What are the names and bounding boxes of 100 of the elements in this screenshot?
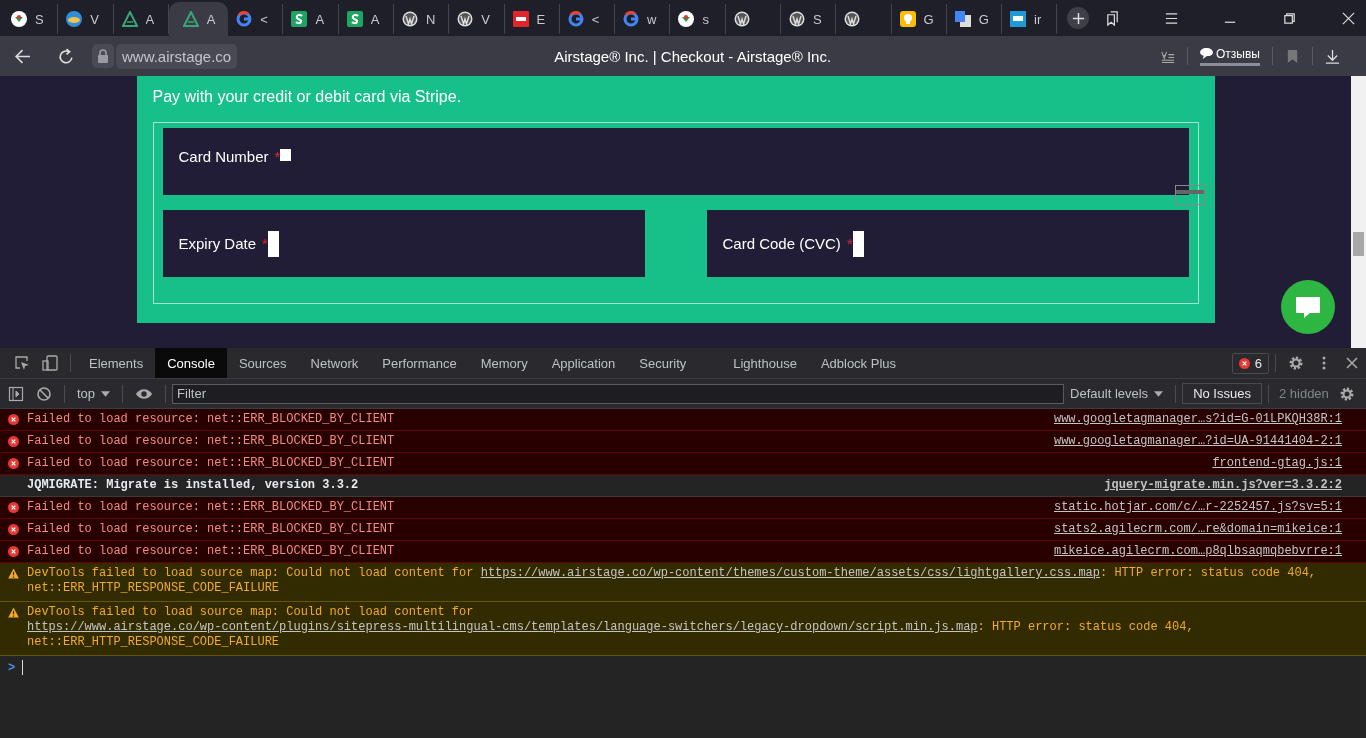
- devtools-tab[interactable]: Network: [298, 348, 371, 378]
- devtools-tab[interactable]: Lighthouse: [721, 348, 809, 378]
- browser-tab[interactable]: S: [3, 4, 59, 34]
- close-icon[interactable]: [1344, 355, 1360, 371]
- square-icon: [512, 11, 529, 27]
- issues-button[interactable]: No Issues: [1182, 383, 1262, 404]
- feedback-button[interactable]: Отзывы: [1200, 46, 1260, 66]
- browser-tab[interactable]: <: [559, 4, 616, 34]
- browser-tab[interactable]: ir: [1002, 4, 1058, 34]
- square-icon: [1010, 11, 1027, 27]
- browser-tab[interactable]: A: [283, 4, 339, 34]
- browser-tab[interactable]: <: [228, 4, 284, 34]
- url-field[interactable]: www.airstage.co: [116, 43, 238, 69]
- devtools-tab[interactable]: Sources: [226, 348, 299, 378]
- globe-icon: [66, 11, 83, 27]
- source-link[interactable]: static.hotjar.com/c/…r-2252457.js?sv=5:1: [1053, 500, 1342, 515]
- devtools-tab[interactable]: Adblock Plus: [808, 348, 909, 378]
- source-link[interactable]: frontend-gtag.js:1: [1212, 456, 1342, 471]
- error-icon: [1238, 357, 1250, 369]
- triangle-icon: [121, 11, 138, 27]
- browser-tab[interactable]: N: [394, 4, 450, 34]
- menu-icon[interactable]: [1164, 10, 1179, 26]
- devtools-tab[interactable]: Elements: [77, 348, 156, 378]
- browser-tab[interactable]: A: [338, 4, 394, 34]
- browser-tab[interactable]: s: [670, 4, 726, 34]
- console-message: DevTools failed to load source map: Could not load content for https://www.airstage.co/wp-content/plugins/sitepress-multilingual-cms/templates/language-switchers/legacy-dropdown/script.min.js.map: HTTP error: status code 404, net::ERR_HTTP_RESPONSE_CODE_FAILURE: [27, 605, 1195, 650]
- wordpress-icon: [457, 11, 474, 27]
- caret-icon: [1154, 390, 1164, 397]
- error-icon: [8, 502, 19, 513]
- card-field[interactable]: Card Code (CVC) *: [706, 210, 1189, 277]
- source-map-link[interactable]: https://www.airstage.co/wp-content/plugins/sitepress-multilingual-cms/templates/language-switchers/legacy-dropdown/script.min.js.map: [27, 620, 978, 635]
- chat-icon[interactable]: [1281, 280, 1335, 334]
- wordpress-icon: [844, 11, 861, 27]
- lock-icon[interactable]: [92, 44, 114, 68]
- error-count-button[interactable]: 6: [1231, 352, 1269, 374]
- restore-icon[interactable]: [1282, 10, 1297, 26]
- sidebar-icon[interactable]: [8, 385, 24, 402]
- new-tab-button[interactable]: [1067, 7, 1089, 29]
- field-label: Card Code (CVC): [722, 235, 841, 252]
- source-link[interactable]: jquery-migrate.min.js?ver=3.3.2:2: [1104, 478, 1342, 493]
- hidden-count: 2 hidden: [1278, 386, 1329, 401]
- context-dropdown[interactable]: top: [71, 385, 117, 402]
- console-message: DevTools failed to load source map: Could not load content for https://www.airstage.co/wp-content/themes/custom-theme/assets/css/lightgallery.css.map: HTTP error: status code 404, net::ERR_HTTP_RESPONSE_CODE_FAILURE: [27, 566, 1318, 596]
- inspect-icon[interactable]: [14, 355, 30, 371]
- flower-icon: [678, 11, 695, 27]
- settings-icon[interactable]: [1338, 385, 1355, 402]
- clear-icon[interactable]: [36, 385, 52, 402]
- settings-icon[interactable]: [1288, 355, 1304, 371]
- source-link[interactable]: mikeice.agilecrm.com…p8qlbsaqmqbebvrre:1: [1053, 544, 1342, 559]
- browser-tab[interactable]: G: [891, 4, 947, 34]
- levels-dropdown[interactable]: Default levels: [1064, 385, 1170, 402]
- text-cursor: [852, 230, 864, 257]
- browser-tab[interactable]: A: [168, 2, 229, 36]
- console-message: Failed to load resource: net::ERR_BLOCKED_BY_CLIENT: [27, 434, 396, 449]
- browser-tab[interactable]: E: [504, 4, 560, 34]
- close-icon[interactable]: [1341, 10, 1356, 26]
- back-icon[interactable]: [14, 47, 31, 65]
- console-message: Failed to load resource: net::ERR_BLOCKED_BY_CLIENT: [27, 522, 396, 537]
- console-message: JQMIGRATE: Migrate is installed, version 3.3.2: [27, 478, 360, 493]
- sheet-icon: [346, 11, 363, 27]
- browser-tab[interactable]: V: [58, 4, 114, 34]
- wordpress-icon: [788, 11, 805, 27]
- source-map-link[interactable]: https://www.airstage.co/wp-content/themes/custom-theme/assets/css/lightgallery.css.map: [480, 566, 1100, 581]
- source-link[interactable]: stats2.agilecrm.com/…re&domain=mikeice:1: [1053, 522, 1342, 537]
- browser-tab[interactable]: S: [780, 4, 837, 34]
- source-link[interactable]: www.googletagmanager…s?id=G-01LPKQH38R:1: [1053, 412, 1342, 427]
- reload-icon[interactable]: [58, 47, 75, 65]
- devtools-tab[interactable]: Memory: [468, 348, 540, 378]
- required-mark: *: [846, 235, 853, 252]
- google-icon: [236, 11, 253, 27]
- page-title: Airstage® Inc. | Checkout - Airstage® Inc.: [553, 47, 833, 65]
- device-icon[interactable]: [42, 355, 58, 371]
- warning-icon: [8, 568, 19, 579]
- scrollbar[interactable]: [1351, 76, 1366, 348]
- browser-tab[interactable]: w: [615, 4, 671, 34]
- intro-text: Pay with your credit or debit card via Stripe.: [152, 88, 463, 106]
- browser-tab[interactable]: V: [449, 4, 505, 34]
- error-icon: [8, 414, 19, 425]
- text-cursor: [280, 149, 292, 161]
- filter-field[interactable]: Filter: [172, 383, 1065, 404]
- warning-icon: [8, 607, 19, 618]
- console-message: Failed to load resource: net::ERR_BLOCKED_BY_CLIENT: [27, 500, 396, 515]
- card-field[interactable]: Expiry Date *: [162, 210, 645, 277]
- devtools-tab[interactable]: Performance: [370, 348, 469, 378]
- plus-icon: [1071, 11, 1085, 25]
- tab-list-icon[interactable]: [1105, 10, 1120, 26]
- card-icon: [1174, 185, 1205, 205]
- download-icon[interactable]: [1325, 48, 1340, 64]
- devtools-tab[interactable]: Console: [155, 348, 227, 378]
- browser-tab[interactable]: G: [946, 4, 1003, 34]
- prompt-icon: >: [8, 660, 16, 675]
- devtools-tab[interactable]: Application: [539, 348, 628, 378]
- field-label: Expiry Date: [178, 235, 257, 252]
- source-link[interactable]: www.googletagmanager…?id=UA-91441404-2:1: [1053, 434, 1342, 449]
- devtools-tab[interactable]: Security: [627, 348, 699, 378]
- error-icon: [8, 524, 19, 535]
- speech-bubble-icon: [1200, 48, 1214, 59]
- card-field[interactable]: Card Number *: [162, 128, 1189, 195]
- bookmark-icon[interactable]: [1285, 48, 1300, 64]
- browser-tab[interactable]: A: [113, 4, 169, 34]
